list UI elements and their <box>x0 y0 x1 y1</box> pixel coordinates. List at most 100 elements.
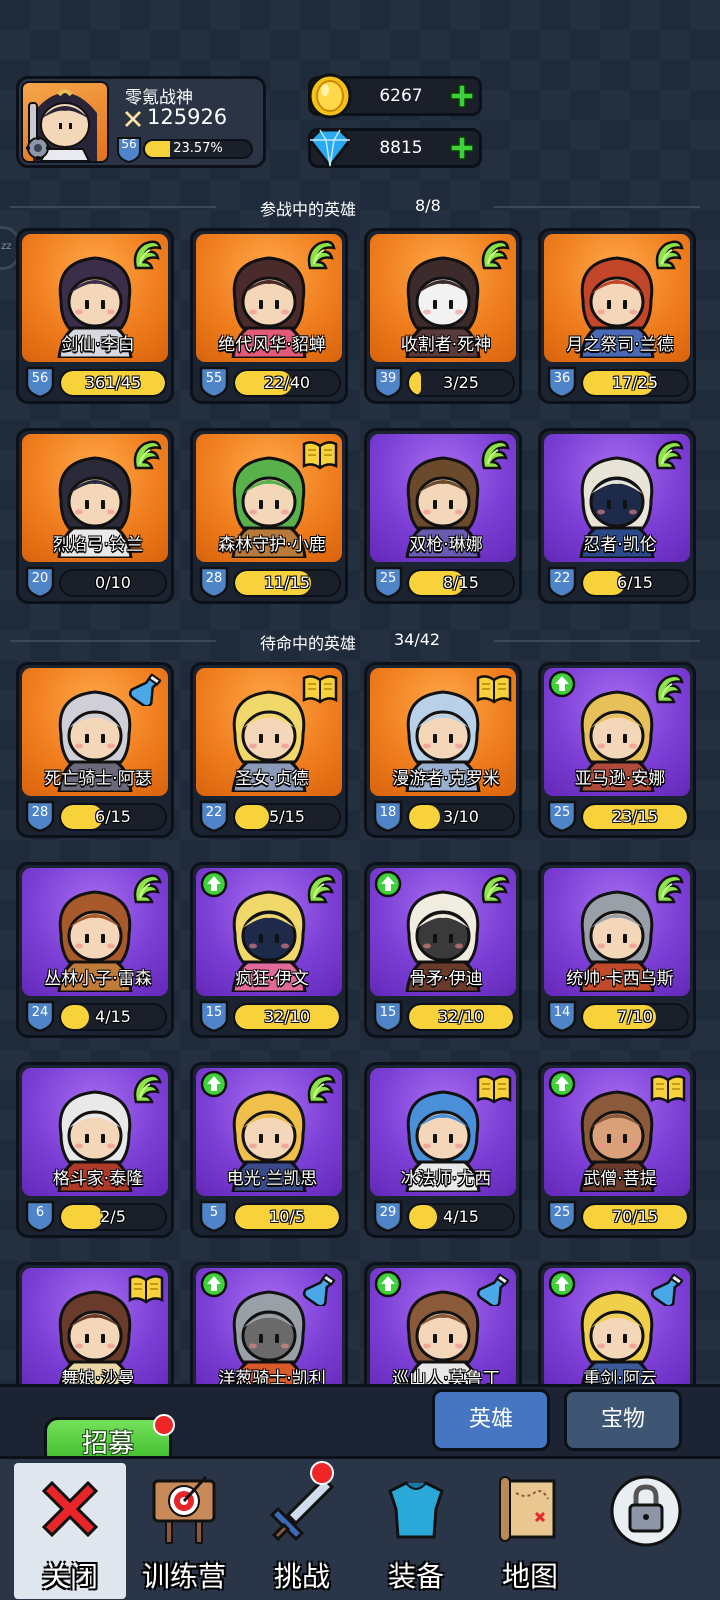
hero-card-art: 双枪·琳娜 <box>370 434 516 562</box>
hero-level: 25 <box>553 805 571 820</box>
hero-card-art: 漫游者·克罗米 <box>370 668 516 796</box>
shard-progress-bar: 0/10 <box>59 569 167 597</box>
hero-card[interactable]: 武僧·菩提 25 70/15 <box>538 1062 696 1238</box>
hero-card[interactable]: 收割者·死神 39 3/25 <box>364 228 522 404</box>
hero-card-art: 忍者·凯伦 <box>544 434 690 562</box>
hero-card[interactable]: 烈焰弓·铃兰 20 0/10 <box>16 428 174 604</box>
target-icon <box>152 1475 216 1544</box>
hero-card-art: 死亡骑士·阿瑟 <box>22 668 168 796</box>
hero-level: 25 <box>379 571 397 586</box>
hero-level: 18 <box>379 805 397 820</box>
upgrade-arrow-icon <box>548 1070 576 1098</box>
hero-name: 忍者·凯伦 <box>583 535 657 555</box>
bottom-nav: 关闭 训练营 挑战 装备 地图 <box>0 1456 720 1600</box>
hero-name: 统帅·卡西乌斯 <box>566 969 674 989</box>
hero-name: 烈焰弓·铃兰 <box>52 535 144 555</box>
exp-percent: 23.57% <box>173 141 223 156</box>
active-heroes-title: 参战中的英雄 <box>260 200 357 219</box>
hero-name: 收割者·死神 <box>400 335 492 355</box>
nav-training-label: 训练营 <box>141 1560 226 1593</box>
close-icon <box>41 1480 99 1538</box>
hero-card-art: 亚马逊·安娜 <box>544 668 690 796</box>
hero-card[interactable]: 冰法师·尤西 29 4/15 <box>364 1062 522 1238</box>
hero-name: 死亡骑士·阿瑟 <box>44 769 152 789</box>
tab-heroes[interactable]: 英雄 <box>432 1389 550 1451</box>
add-gem-button[interactable] <box>449 135 475 161</box>
hero-card-art: 电光·兰凯思 <box>196 1068 342 1196</box>
shard-progress-text: 361/45 <box>84 373 142 392</box>
map-icon <box>499 1476 556 1542</box>
hero-card[interactable]: 亚马逊·安娜 25 23/15 <box>538 662 696 838</box>
shard-progress-text: 4/15 <box>443 1207 479 1226</box>
hero-level: 22 <box>553 571 571 586</box>
hero-name: 丛林小子·雷森 <box>44 969 152 989</box>
notification-dot <box>310 1461 334 1485</box>
hero-card[interactable]: 圣女·贞德 22 5/15 <box>190 662 348 838</box>
gold-coin-icon <box>308 73 352 119</box>
wing-badge-icon <box>307 240 336 270</box>
nav-equipment[interactable]: 装备 <box>360 1463 472 1599</box>
shard-progress-bar: 2/5 <box>59 1203 167 1231</box>
player-panel[interactable]: 零氪战神 125926 56 23.57% <box>16 76 266 168</box>
shard-progress-bar: 10/5 <box>233 1203 341 1231</box>
wing-badge-icon <box>481 874 510 904</box>
hero-card[interactable]: 森林守护·小鹿 28 11/15 <box>190 428 348 604</box>
hero-card-art: 骨矛·伊迪 <box>370 868 516 996</box>
shard-progress-bar: 7/10 <box>581 1003 689 1031</box>
nav-locked[interactable] <box>590 1463 702 1599</box>
nav-map[interactable]: 地图 <box>474 1463 586 1599</box>
hero-card[interactable]: 统帅·卡西乌斯 14 7/10 <box>538 862 696 1038</box>
tab-treasure[interactable]: 宝物 <box>564 1389 682 1451</box>
nav-challenge[interactable]: 挑战 <box>246 1461 358 1599</box>
shard-progress-text: 3/10 <box>443 807 479 826</box>
wing-badge-icon <box>655 674 684 704</box>
combat-power: 125926 <box>147 105 228 129</box>
hero-card-art: 武僧·菩提 <box>544 1068 690 1196</box>
hero-card[interactable]: 死亡骑士·阿瑟 28 6/15 <box>16 662 174 838</box>
hero-card[interactable]: 格斗家·泰隆 6 2/5 <box>16 1062 174 1238</box>
hero-card[interactable]: 骨矛·伊迪 15 32/10 <box>364 862 522 1038</box>
shard-progress-bar: 70/15 <box>581 1203 689 1231</box>
shard-progress-bar: 8/15 <box>407 569 515 597</box>
book-badge-icon <box>302 675 338 704</box>
hero-card[interactable]: 丛林小子·雷森 24 4/15 <box>16 862 174 1038</box>
nav-close-label: 关闭 <box>41 1560 98 1593</box>
crossed-swords-icon <box>124 110 142 128</box>
hero-card[interactable]: 绝代风华·貂蝉 55 22/40 <box>190 228 348 404</box>
shard-progress-text: 6/15 <box>617 573 653 592</box>
wing-badge-icon <box>655 874 684 904</box>
hero-card[interactable]: 疯狂·伊文 15 32/10 <box>190 862 348 1038</box>
shard-progress-text: 6/15 <box>95 807 131 826</box>
hero-card-art: 统帅·卡西乌斯 <box>544 868 690 996</box>
hero-card[interactable]: 剑仙·李白 56 361/45 <box>16 228 174 404</box>
player-level: 56 <box>121 137 137 151</box>
hero-name: 月之祭司·兰德 <box>566 335 674 355</box>
hero-level: 55 <box>205 371 223 386</box>
hero-card-art: 丛林小子·雷森 <box>22 868 168 996</box>
hero-level: 39 <box>379 371 397 386</box>
book-badge-icon <box>476 675 512 704</box>
nav-training-camp[interactable]: 训练营 <box>128 1463 240 1599</box>
hero-level: 36 <box>553 371 571 386</box>
shard-progress-text: 4/15 <box>95 1007 131 1026</box>
settings-gear-icon[interactable] <box>25 135 51 161</box>
hero-name: 剑仙·李白 <box>61 335 135 355</box>
hero-card-art: 重剑·阿云 <box>544 1268 690 1396</box>
hero-card[interactable]: 忍者·凯伦 22 6/15 <box>538 428 696 604</box>
add-gold-button[interactable] <box>449 83 475 109</box>
hero-card-art: 收割者·死神 <box>370 234 516 362</box>
hero-name: 绝代风华·貂蝉 <box>218 335 326 355</box>
shard-progress-bar: 361/45 <box>59 369 167 397</box>
nav-close[interactable]: 关闭 <box>14 1463 126 1599</box>
hero-card[interactable]: 双枪·琳娜 25 8/15 <box>364 428 522 604</box>
hero-card[interactable]: 漫游者·克罗米 18 3/10 <box>364 662 522 838</box>
avatar[interactable] <box>21 81 109 163</box>
hero-name: 圣女·贞德 <box>235 769 309 789</box>
hero-level: 29 <box>379 1205 397 1220</box>
hero-name: 格斗家·泰隆 <box>52 1169 144 1189</box>
wing-badge-icon <box>481 240 510 270</box>
hero-card-art: 绝代风华·貂蝉 <box>196 234 342 362</box>
upgrade-arrow-icon <box>374 1270 402 1298</box>
hero-card[interactable]: 月之祭司·兰德 36 17/25 <box>538 228 696 404</box>
hero-card[interactable]: 电光·兰凯思 5 10/5 <box>190 1062 348 1238</box>
